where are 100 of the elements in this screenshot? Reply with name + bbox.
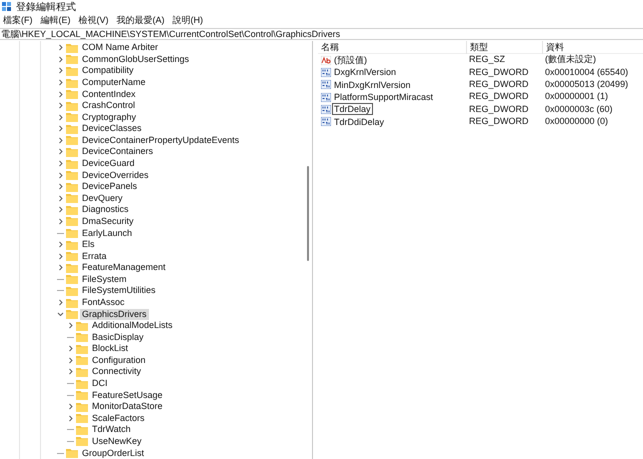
chevron-right-icon[interactable] [67,368,74,376]
chevron-right-icon[interactable] [67,403,74,410]
tree-item[interactable]: Diagnostics [80,204,131,216]
chevron-right-icon[interactable] [67,414,74,422]
chevron-right-icon[interactable] [67,345,74,352]
tree-item[interactable]: DeviceContainerPropertyUpdateEvents [80,134,242,146]
value-name[interactable]: TdrDelay [332,103,373,116]
folder-icon [66,78,78,88]
folder-icon [66,146,78,157]
chevron-right-icon[interactable] [57,56,64,63]
tree-item[interactable]: BlockList [90,343,130,354]
column-header[interactable]: 名稱 [318,40,466,54]
tree-item[interactable]: EarlyLaunch [80,228,134,239]
tree-item[interactable]: Errata [80,250,109,262]
chevron-right-icon[interactable] [57,172,64,179]
folder-icon [66,170,78,180]
chevron-right-icon[interactable] [57,160,64,168]
tree-item[interactable]: MonitorDataStore [90,401,165,412]
folder-icon [66,274,78,284]
menu-item[interactable]: 編輯(E) [40,14,70,28]
tree-item[interactable]: ContentIndex [80,88,138,100]
value-name[interactable]: TdrDdiDelay [332,116,386,128]
chevron-right-icon[interactable] [57,194,64,202]
tree-item[interactable]: DeviceOverrides [80,170,151,181]
value-name[interactable]: MinDxgKrnlVersion [332,78,413,91]
tree-item[interactable]: FeatureSetUsage [90,390,165,401]
chevron-right-icon[interactable] [57,264,64,272]
chevron-right-icon[interactable] [67,356,74,364]
column-header[interactable]: 類型 [466,40,542,54]
tree-item[interactable]: DeviceGuard [80,158,137,170]
tree-item[interactable]: Cryptography [80,112,138,123]
address-bar[interactable]: 電腦\HKEY_LOCAL_MACHINE\SYSTEM\CurrentControlSet\Control\GraphicsDrivers [1,29,340,39]
tree-item[interactable]: FontAssoc [80,297,127,308]
tree-item[interactable]: DmaSecurity [80,216,136,227]
folder-icon [76,378,88,389]
tree-item[interactable]: FileSystemUtilities [80,285,158,296]
tree-item[interactable]: Connectivity [90,366,144,378]
tree-item[interactable]: DevQuery [80,192,125,204]
folder-icon [66,228,78,238]
tree-item[interactable]: DCI [90,378,110,390]
binary-value-icon [321,104,331,114]
folder-icon [76,424,88,435]
value-name[interactable]: PlatformSupportMiracast [332,91,436,104]
value-name[interactable]: DxgKrnlVersion [332,66,398,78]
chevron-right-icon[interactable] [57,206,64,214]
tree-item[interactable]: BasicDisplay [90,332,146,343]
tree-item[interactable]: DeviceClasses [80,123,144,134]
tree-item[interactable]: CrashControl [80,100,138,112]
tree-item[interactable]: DevicePanels [80,181,140,192]
chevron-right-icon[interactable] [57,252,64,260]
folder-icon [66,42,78,53]
tree-item[interactable]: GroupOrderList [80,448,146,459]
value-name[interactable]: (預設值) [332,54,369,66]
tree-item[interactable]: Compatibility [80,65,136,76]
folder-icon [66,158,78,169]
tree-item[interactable]: TdrWatch [90,424,133,436]
chevron-right-icon[interactable] [57,102,64,110]
tree-item[interactable]: FeatureManagement [80,262,168,274]
tree-item[interactable]: FileSystem [80,274,129,285]
tree-item[interactable]: AdditionalModeLists [90,320,175,332]
menu-item[interactable]: 檢視(V) [78,14,108,28]
tree-item[interactable]: COM Name Arbiter [80,42,160,54]
chevron-right-icon[interactable] [57,44,64,52]
folder-icon [76,344,88,354]
chevron-right-icon[interactable] [57,183,64,190]
tree-item[interactable]: Configuration [90,354,148,366]
tree-item[interactable]: DeviceContainers [80,146,156,158]
tree-item[interactable]: CommonGlobUserSettings [80,54,192,65]
chevron-right-icon[interactable] [57,218,64,225]
menu-item[interactable]: 我的最愛(A) [116,14,164,28]
chevron-right-icon[interactable] [57,114,64,121]
binary-value-icon [321,80,331,90]
menu-item[interactable]: 檔案(F) [3,14,32,28]
chevron-right-icon[interactable] [57,241,64,248]
chevron-right-icon[interactable] [67,322,74,330]
chevron-right-icon[interactable] [57,67,64,74]
scrollbar-thumb[interactable] [307,166,309,261]
chevron-right-icon[interactable] [57,79,64,86]
folder-icon [76,390,88,400]
folder-icon [76,436,88,446]
menu-item[interactable]: 說明(H) [172,14,203,28]
chevron-down-icon[interactable] [57,310,64,318]
chevron-right-icon[interactable] [57,136,64,144]
chevron-right-icon[interactable] [57,148,64,156]
value-type: REG_DWORD [468,90,530,104]
value-data: 0x00000001 (1) [544,90,610,104]
string-value-icon [321,56,331,65]
folder-icon [66,193,78,204]
chevron-right-icon[interactable] [57,125,64,132]
column-header[interactable]: 資料 [542,40,637,54]
value-data: 0x00000000 (0) [544,114,610,128]
tree-item[interactable]: Els [80,239,97,250]
chevron-right-icon[interactable] [57,299,64,306]
tree-item[interactable]: ScaleFactors [90,412,147,424]
tree-item[interactable]: ComputerName [80,77,148,88]
tree-item[interactable]: UseNewKey [90,436,144,447]
folder-icon [66,135,78,146]
tree-item[interactable]: GraphicsDrivers [80,308,149,320]
folder-icon [66,216,78,226]
chevron-right-icon[interactable] [57,90,64,98]
